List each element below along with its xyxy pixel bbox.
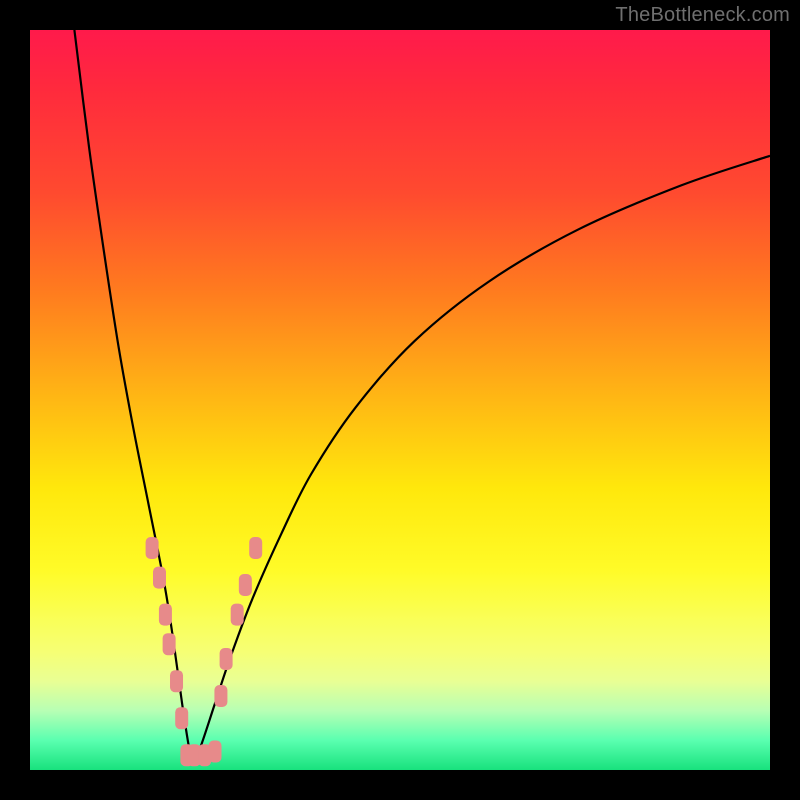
marker-bottom-4 bbox=[209, 741, 222, 763]
marker-right-segment-5 bbox=[249, 537, 262, 559]
marker-left-segment-3 bbox=[159, 604, 172, 626]
marker-right-segment-3 bbox=[231, 604, 244, 626]
marker-left-segment-2 bbox=[153, 567, 166, 589]
marker-right-segment-4 bbox=[239, 574, 252, 596]
marker-left-segment-1 bbox=[146, 537, 159, 559]
marker-right-segment-1 bbox=[214, 685, 227, 707]
marker-layer bbox=[146, 537, 263, 766]
curve-layer bbox=[30, 30, 770, 770]
chart-frame: TheBottleneck.com bbox=[0, 0, 800, 800]
bottleneck-curve bbox=[74, 30, 770, 763]
marker-left-segment-5 bbox=[170, 670, 183, 692]
marker-left-segment-4 bbox=[163, 633, 176, 655]
plot-area bbox=[30, 30, 770, 770]
marker-left-segment-6 bbox=[175, 707, 188, 729]
marker-right-segment-2 bbox=[220, 648, 233, 670]
watermark-text: TheBottleneck.com bbox=[615, 4, 790, 27]
